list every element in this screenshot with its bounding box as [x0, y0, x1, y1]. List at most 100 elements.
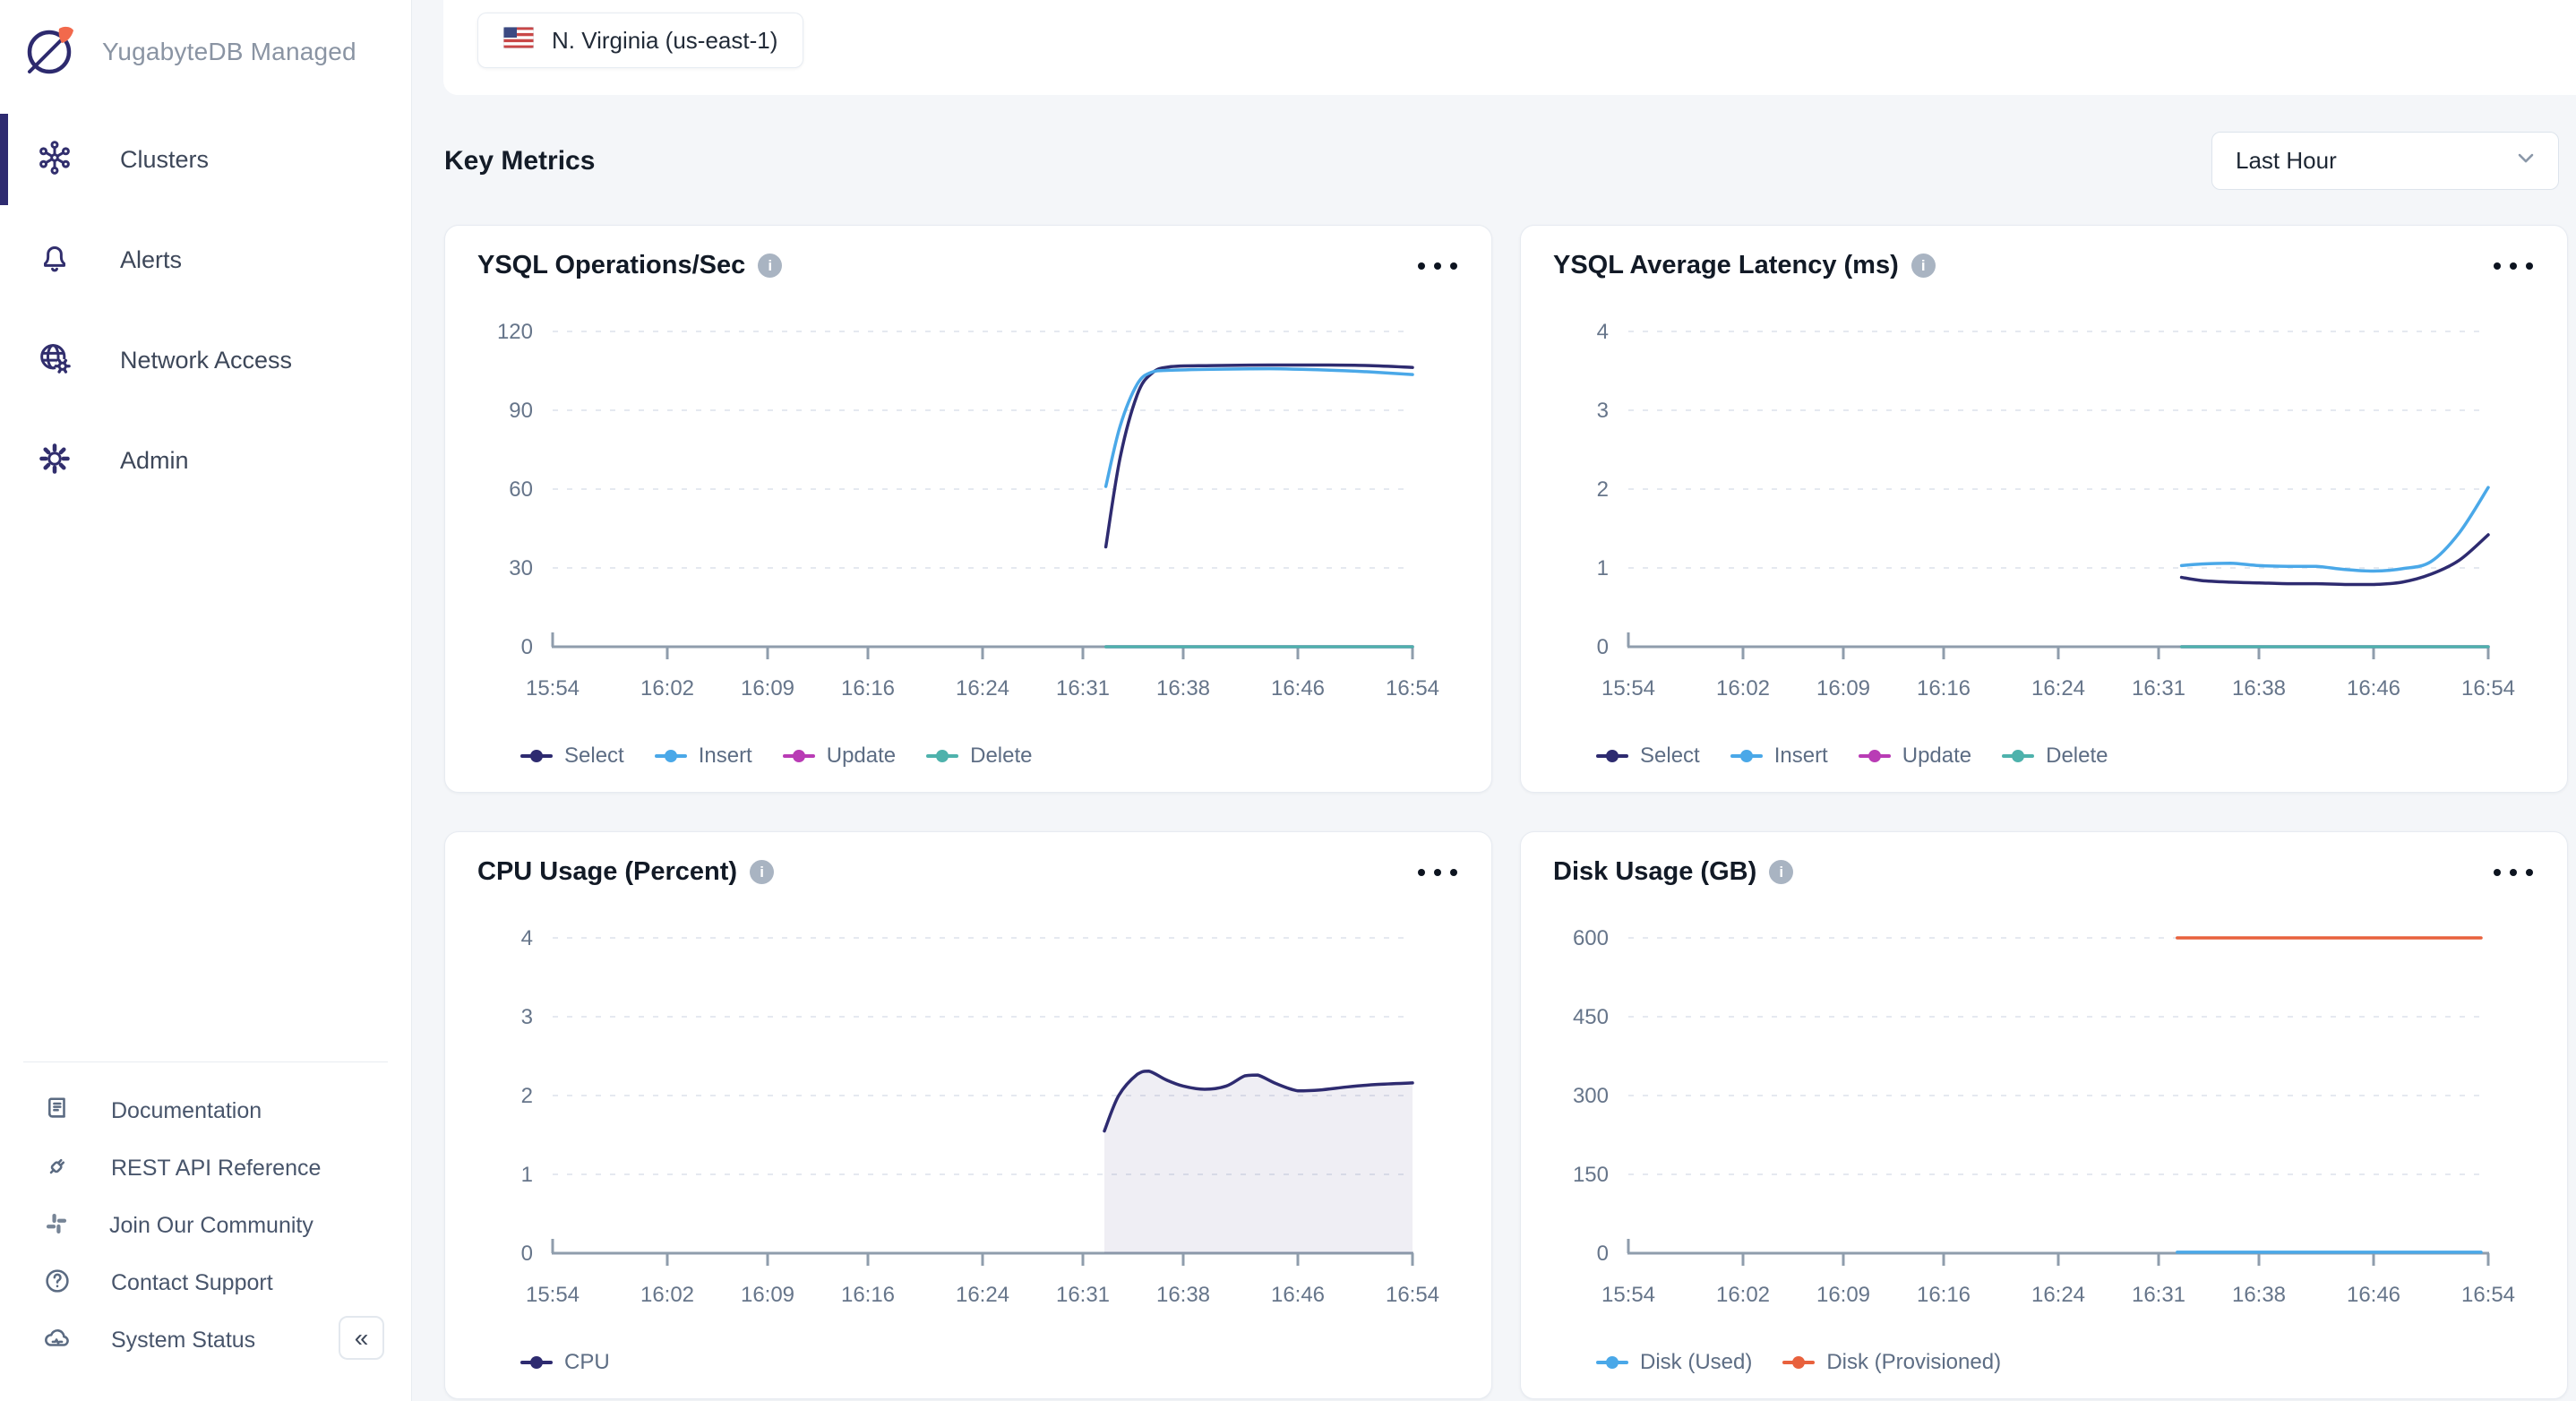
legend-item-disk-used[interactable]: Disk (Used) — [1596, 1350, 1752, 1375]
svg-text:16:09: 16:09 — [741, 1283, 794, 1307]
book-icon — [41, 1093, 73, 1130]
legend-marker-icon — [1730, 750, 1763, 762]
metric-card: CPU Usage (Percent) i 0123415:5416:0216:… — [444, 831, 1492, 1399]
legend-label: Select — [1640, 743, 1700, 769]
chart-legend: Select Insert Update Delete — [1596, 743, 2108, 769]
brand[interactable]: YugabyteDB Managed — [20, 18, 356, 85]
legend-marker-icon — [1596, 750, 1628, 762]
svg-text:15:54: 15:54 — [526, 676, 580, 700]
cluster-icon — [36, 139, 73, 181]
chart-legend: CPU — [520, 1350, 610, 1375]
legend-item-cpu[interactable]: CPU — [520, 1350, 610, 1375]
legend-item-insert[interactable]: Insert — [655, 743, 752, 769]
sidebar-item-clusters[interactable]: Clusters — [0, 109, 411, 210]
chart-title: YSQL Average Latency (ms) — [1553, 251, 1899, 280]
legend-item-delete[interactable]: Delete — [2002, 743, 2108, 769]
svg-text:60: 60 — [509, 477, 533, 502]
time-range-value: Last Hour — [2236, 147, 2337, 175]
svg-text:16:46: 16:46 — [1271, 1283, 1325, 1307]
legend-marker-icon — [1596, 1356, 1628, 1369]
chart-canvas: 0123415:5416:0216:0916:1616:2416:3116:38… — [1521, 226, 2567, 792]
sidebar-item-alerts[interactable]: Alerts — [0, 210, 411, 310]
svg-text:1: 1 — [521, 1163, 533, 1187]
svg-text:4: 4 — [521, 926, 533, 950]
legend-item-select[interactable]: Select — [520, 743, 624, 769]
info-icon[interactable]: i — [1769, 860, 1793, 884]
legend-item-insert[interactable]: Insert — [1730, 743, 1828, 769]
sidebar: YugabyteDB Managed Clusters Alerts Netwo… — [0, 0, 412, 1401]
footer-link-rest-api-reference[interactable]: REST API Reference — [0, 1139, 411, 1197]
ellipsis-menu-icon[interactable] — [1416, 864, 1459, 881]
legend-marker-icon — [1782, 1356, 1815, 1369]
svg-text:16:02: 16:02 — [1716, 676, 1770, 700]
svg-text:16:54: 16:54 — [2461, 676, 2515, 700]
svg-text:16:16: 16:16 — [1917, 1283, 1971, 1307]
sidebar-item-admin[interactable]: Admin — [0, 410, 411, 511]
legend-marker-icon — [783, 750, 815, 762]
svg-text:16:38: 16:38 — [2232, 1283, 2286, 1307]
sidebar-item-label: Alerts — [120, 246, 182, 274]
plug-icon — [41, 1150, 73, 1187]
ellipsis-menu-icon[interactable] — [1416, 257, 1459, 275]
brand-name: YugabyteDB Managed — [102, 38, 356, 66]
svg-text:16:31: 16:31 — [1056, 676, 1110, 700]
svg-text:16:38: 16:38 — [2232, 676, 2286, 700]
svg-text:16:46: 16:46 — [2347, 1283, 2400, 1307]
footer-link-label: System Status — [111, 1328, 255, 1354]
legend-item-delete[interactable]: Delete — [926, 743, 1032, 769]
legend-label: Disk (Used) — [1640, 1350, 1752, 1375]
sidebar-divider — [23, 1061, 388, 1062]
footer-link-join-our-community[interactable]: Join Our Community — [0, 1197, 411, 1254]
svg-text:0: 0 — [1597, 635, 1609, 659]
metric-card: Disk Usage (GB) i 015030045060015:5416:0… — [1520, 831, 2568, 1399]
footer-link-contact-support[interactable]: Contact Support — [0, 1254, 411, 1311]
sidebar-item-network-access[interactable]: Network Access — [0, 310, 411, 410]
svg-text:0: 0 — [521, 1242, 533, 1266]
yugabytedb-logo-icon — [20, 18, 79, 85]
svg-text:16:09: 16:09 — [741, 676, 794, 700]
region-chip[interactable]: N. Virginia (us-east-1) — [477, 13, 803, 68]
region-chip-label: N. Virginia (us-east-1) — [552, 27, 777, 55]
svg-text:30: 30 — [509, 556, 533, 580]
legend-marker-icon — [655, 750, 687, 762]
chart-title: Disk Usage (GB) — [1553, 857, 1756, 887]
svg-text:16:38: 16:38 — [1156, 1283, 1210, 1307]
page-title: Key Metrics — [444, 146, 595, 176]
svg-text:16:24: 16:24 — [2031, 1283, 2085, 1307]
cloud-status-icon — [41, 1322, 73, 1359]
legend-label: Insert — [1774, 743, 1828, 769]
chart-title: CPU Usage (Percent) — [477, 857, 737, 887]
time-range-select[interactable]: Last Hour — [2211, 132, 2559, 190]
ellipsis-menu-icon[interactable] — [2492, 864, 2535, 881]
sidebar-nav: Clusters Alerts Network Access Admin — [0, 109, 411, 511]
legend-item-disk-provisioned[interactable]: Disk (Provisioned) — [1782, 1350, 2001, 1375]
svg-text:15:54: 15:54 — [526, 1283, 580, 1307]
svg-text:16:46: 16:46 — [1271, 676, 1325, 700]
svg-text:300: 300 — [1573, 1084, 1609, 1108]
metric-card: YSQL Operations/Sec i 030609012015:5416:… — [444, 225, 1492, 793]
svg-text:4: 4 — [1597, 320, 1609, 344]
svg-text:150: 150 — [1573, 1163, 1609, 1187]
chart-canvas: 030609012015:5416:0216:0916:1616:2416:31… — [445, 226, 1491, 792]
svg-text:16:31: 16:31 — [1056, 1283, 1110, 1307]
info-icon[interactable]: i — [750, 860, 774, 884]
legend-label: Select — [564, 743, 624, 769]
footer-link-documentation[interactable]: Documentation — [0, 1082, 411, 1139]
ellipsis-menu-icon[interactable] — [2492, 257, 2535, 275]
legend-item-update[interactable]: Update — [1859, 743, 1971, 769]
svg-text:16:54: 16:54 — [1386, 1283, 1439, 1307]
info-icon[interactable]: i — [758, 254, 782, 278]
legend-item-select[interactable]: Select — [1596, 743, 1700, 769]
svg-text:15:54: 15:54 — [1601, 1283, 1655, 1307]
svg-text:16:24: 16:24 — [956, 676, 1009, 700]
info-icon[interactable]: i — [1911, 254, 1936, 278]
chevron-down-icon — [2513, 145, 2538, 176]
legend-marker-icon — [520, 1356, 553, 1369]
legend-item-update[interactable]: Update — [783, 743, 896, 769]
sidebar-item-label: Clusters — [120, 146, 209, 174]
sidebar-item-label: Network Access — [120, 347, 292, 374]
svg-text:16:24: 16:24 — [956, 1283, 1009, 1307]
sidebar-collapse-button[interactable]: « — [339, 1316, 384, 1360]
svg-text:2: 2 — [521, 1084, 533, 1108]
svg-text:600: 600 — [1573, 926, 1609, 950]
